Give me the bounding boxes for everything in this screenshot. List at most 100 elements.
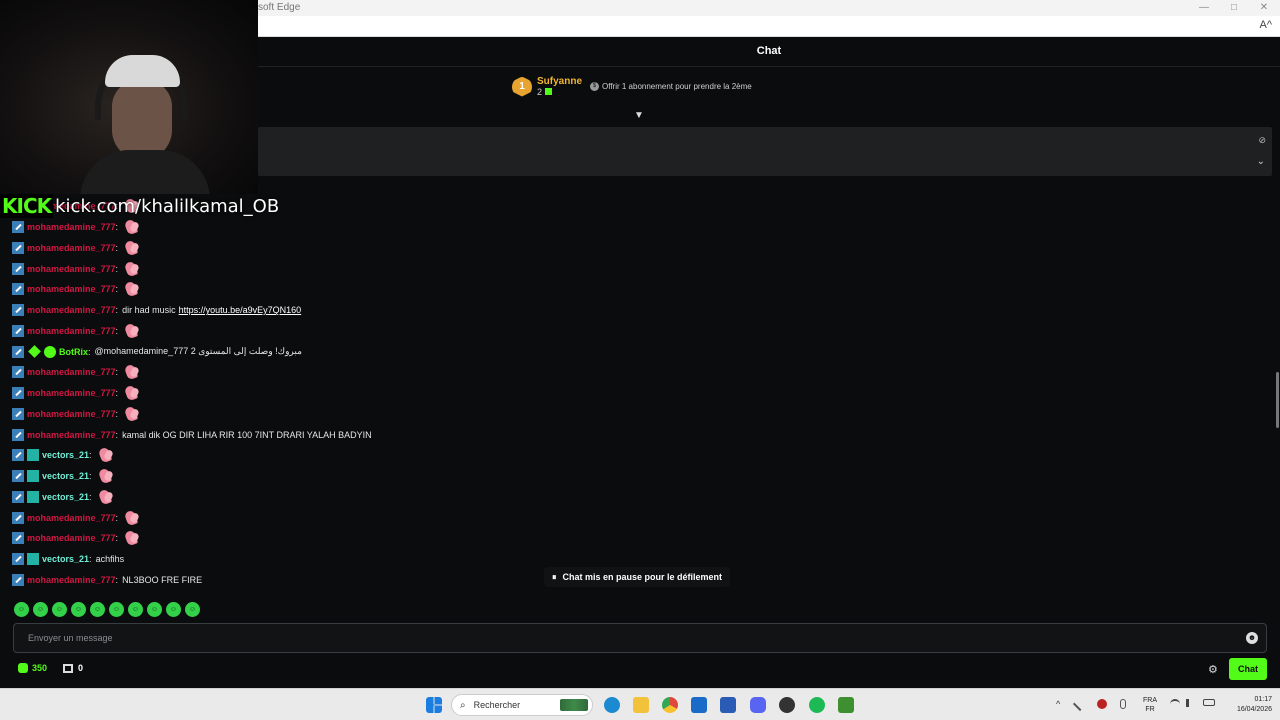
minecraft-icon[interactable] <box>838 697 854 713</box>
emote-icon[interactable] <box>124 363 140 381</box>
chat-message[interactable]: mohamedamine_777: <box>12 258 612 279</box>
chat-scrollbar[interactable] <box>1276 372 1279 428</box>
chat-message[interactable]: mohamedamine_777: <box>12 321 612 342</box>
emote-icon[interactable] <box>124 260 140 278</box>
volume-icon[interactable] <box>1186 699 1194 707</box>
obs-icon[interactable] <box>779 697 795 713</box>
gift-sub-offer[interactable]: $ Offrir 1 abonnement pour prendre la 2è… <box>590 82 752 91</box>
hide-pinned-icon[interactable]: ⊘ <box>1258 135 1266 146</box>
chat-username[interactable]: mohamedamine_777 <box>27 264 116 274</box>
chat-message[interactable]: vectors_21: <box>12 445 612 466</box>
quick-emote-icon[interactable]: ☺ <box>109 602 124 617</box>
chat-message[interactable]: BotRix: @mohamedamine_777 مبروك! وصلت إلى… <box>12 341 612 362</box>
chat-username[interactable]: mohamedamine_777 <box>27 575 116 585</box>
username-separator: : <box>115 429 119 440</box>
quick-emote-icon[interactable]: ☺ <box>71 602 86 617</box>
chevron-down-icon[interactable]: ⌄ <box>1257 156 1265 167</box>
chat-message[interactable]: mohamedamine_777: <box>12 507 612 528</box>
chat-message[interactable]: vectors_21: <box>12 487 612 508</box>
maximize-button[interactable]: □ <box>1218 0 1250 16</box>
quick-emote-icon[interactable]: ☺ <box>90 602 105 617</box>
chrome-icon[interactable] <box>662 697 678 713</box>
expand-leaderboard-icon[interactable]: ▼ <box>634 110 644 121</box>
chat-username[interactable]: mohamedamine_777 <box>27 243 116 253</box>
chat-message[interactable]: vectors_21: <box>12 466 612 487</box>
chat-message[interactable]: mohamedamine_777: <box>12 238 612 259</box>
store-icon[interactable] <box>720 697 736 713</box>
emote-icon[interactable] <box>124 218 140 236</box>
box-counter[interactable]: 0 <box>63 663 83 673</box>
quick-emote-icon[interactable]: ☺ <box>128 602 143 617</box>
emote-icon[interactable] <box>124 322 140 340</box>
emote-icon[interactable] <box>98 467 114 485</box>
chat-message[interactable]: mohamedamine_777: dir had music https://yo… <box>12 300 612 321</box>
chat-username[interactable]: mohamedamine_777 <box>27 305 116 315</box>
chat-username[interactable]: mohamedamine_777 <box>27 513 116 523</box>
emote-icon[interactable] <box>124 280 140 298</box>
chat-username[interactable]: vectors_21 <box>42 471 89 481</box>
rank-medal-icon: 1 <box>512 76 532 97</box>
tray-overflow-icon[interactable]: ^ <box>1056 699 1060 709</box>
chat-message[interactable]: mohamedamine_777: <box>12 279 612 300</box>
chat-message[interactable]: mohamedamine_777: <box>12 362 612 383</box>
chat-message[interactable]: mohamedamine_777: <box>12 528 612 549</box>
quick-emote-icon[interactable]: ☺ <box>147 602 162 617</box>
record-icon[interactable] <box>1097 699 1107 709</box>
system-clock[interactable]: 01:17 16/04/2026 <box>1224 695 1272 715</box>
emote-icon[interactable] <box>124 239 140 257</box>
chat-username[interactable]: mohamedamine_777 <box>27 222 116 232</box>
channel-points[interactable]: 350 <box>18 663 47 673</box>
chat-username[interactable]: vectors_21 <box>42 554 89 564</box>
quick-emote-icon[interactable]: ☺ <box>185 602 200 617</box>
battery-icon[interactable] <box>1203 699 1215 706</box>
microphone-icon[interactable] <box>1120 699 1126 709</box>
emote-icon[interactable] <box>98 488 114 506</box>
chat-message[interactable]: mohamedamine_777: NL3BOO FRE FIRE <box>12 570 612 591</box>
chat-message[interactable]: mohamedamine_777: <box>12 383 612 404</box>
chat-paused-banner[interactable]: ⏸ Chat mis en pause pour le défilement <box>544 567 731 587</box>
emote-icon[interactable] <box>124 509 140 527</box>
emote-icon[interactable] <box>98 446 114 464</box>
chat-message[interactable]: mohamedamine_777: <box>12 404 612 425</box>
chat-username[interactable]: mohamedamine_777 <box>27 326 116 336</box>
wifi-icon[interactable] <box>1170 699 1180 709</box>
chat-message-list[interactable]: mohamedamine_777: mohamedamine_777: mohame… <box>12 196 612 600</box>
quick-emote-icon[interactable]: ☺ <box>52 602 67 617</box>
send-chat-button[interactable]: Chat <box>1229 658 1267 680</box>
emote-icon[interactable] <box>124 529 140 547</box>
discord-icon[interactable] <box>750 697 766 713</box>
chat-username[interactable]: mohamedamine_777 <box>27 533 116 543</box>
file-explorer-icon[interactable] <box>633 697 649 713</box>
quick-emote-icon[interactable]: ☺ <box>14 602 29 617</box>
chat-username[interactable]: mohamedamine_777 <box>27 284 116 294</box>
chat-settings-icon[interactable]: ⚙ <box>1208 663 1218 676</box>
emoji-picker-icon[interactable]: ☻ <box>1246 632 1258 644</box>
pen-icon[interactable] <box>1072 696 1088 712</box>
emote-icon[interactable] <box>124 384 140 402</box>
chat-message[interactable]: mohamedamine_777: kamal dik OG DIR LIHA R… <box>12 424 612 445</box>
chat-username[interactable]: mohamedamine_777 <box>27 430 116 440</box>
taskbar-search[interactable]: ⌕ Rechercher <box>451 694 593 716</box>
language-indicator[interactable]: FRA FR <box>1143 696 1157 714</box>
start-menu-icon[interactable] <box>426 697 442 713</box>
edge-icon[interactable] <box>604 697 620 713</box>
chat-message[interactable]: mohamedamine_777: <box>12 217 612 238</box>
leaderboard-entry[interactable]: 1 Sufyanne 2 $ Offrir 1 abonnement pour … <box>512 76 752 97</box>
chat-username[interactable]: vectors_21 <box>42 450 89 460</box>
chat-message-link[interactable]: https://youtu.be/a9vEy7QN160 <box>179 305 302 315</box>
read-aloud-icon[interactable]: A^ <box>1260 19 1273 31</box>
close-window-button[interactable]: ✕ <box>1248 0 1280 16</box>
chat-username[interactable]: vectors_21 <box>42 492 89 502</box>
chat-message-input[interactable] <box>14 624 1266 652</box>
chat-message[interactable]: vectors_21: achfihs <box>12 549 612 570</box>
spotify-icon[interactable] <box>809 697 825 713</box>
emote-icon[interactable] <box>124 405 140 423</box>
outlook-icon[interactable] <box>691 697 707 713</box>
minimize-button[interactable]: — <box>1188 0 1220 16</box>
quick-emote-icon[interactable]: ☺ <box>166 602 181 617</box>
chat-username[interactable]: mohamedamine_777 <box>27 409 116 419</box>
chat-username[interactable]: BotRix <box>59 347 88 357</box>
quick-emote-icon[interactable]: ☺ <box>33 602 48 617</box>
chat-username[interactable]: mohamedamine_777 <box>27 367 116 377</box>
chat-username[interactable]: mohamedamine_777 <box>27 388 116 398</box>
